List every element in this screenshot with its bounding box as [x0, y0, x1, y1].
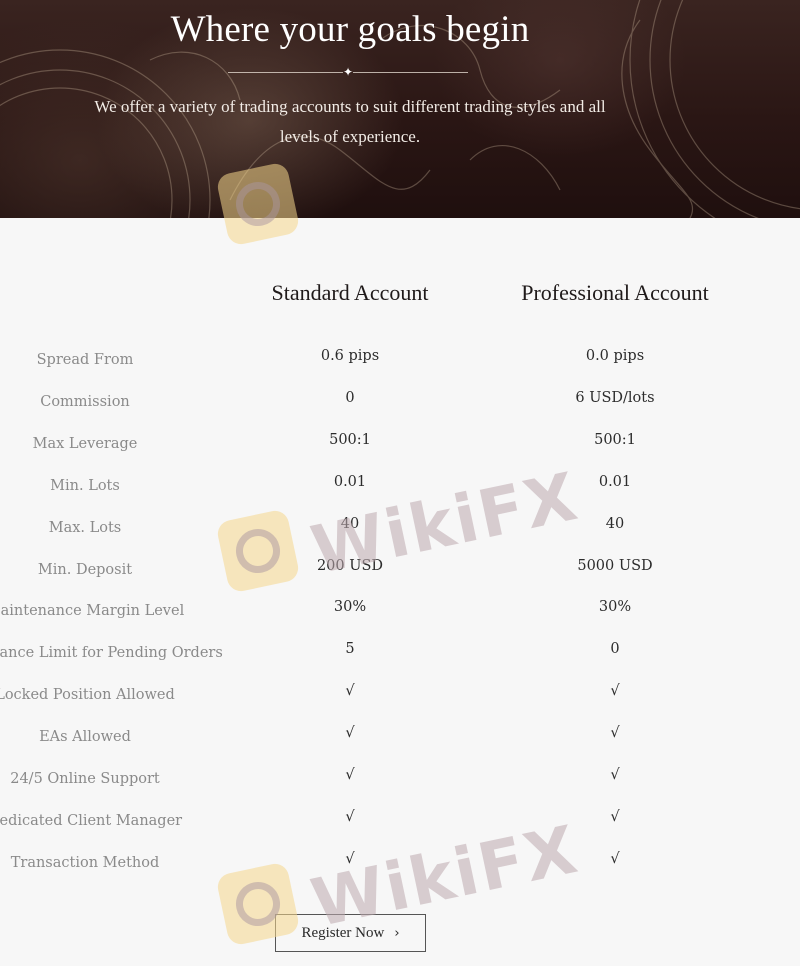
chevron-right-icon: ›: [394, 925, 400, 941]
standard-value: 500:1: [329, 431, 371, 448]
table-row: Locked Position Allowed √ √: [0, 683, 800, 727]
account-comparison-table: Standard Account Professional Account Sp…: [0, 218, 800, 966]
professional-value: 0.01: [598, 473, 632, 490]
row-label: Min. Deposit: [37, 561, 133, 578]
standard-value: 0.6 pips: [320, 348, 380, 364]
table-row: Min. Lots 0.01 0.01: [0, 474, 800, 518]
row-label: Dedicated Client Manager: [0, 812, 183, 829]
row-label: 24/5 Online Support: [10, 771, 160, 787]
row-label: Locked Position Allowed: [0, 687, 175, 704]
standard-value: √: [345, 767, 355, 783]
professional-value: 500:1: [594, 431, 636, 448]
professional-value: 30%: [598, 599, 632, 616]
table-row: Spread From 0.6 pips 0.0 pips: [0, 348, 800, 392]
standard-value: √: [345, 808, 355, 825]
standard-value: 0: [345, 389, 355, 406]
hero-divider: ✦: [228, 65, 468, 79]
professional-value: 40: [605, 515, 625, 532]
table-row: Max. Lots 40 40: [0, 516, 800, 560]
row-label: Max Leverage: [32, 435, 138, 452]
table-row: Distance Limit for Pending Orders 5 0: [0, 641, 800, 685]
professional-value: √: [610, 850, 620, 867]
standard-value: 0.01: [333, 473, 367, 490]
standard-value: 30%: [333, 599, 367, 616]
column-header-standard: Standard Account: [271, 280, 429, 305]
divider-line-left: [228, 71, 343, 73]
table-row: Commission 0 6 USD/lots: [0, 390, 800, 434]
standard-value: 40: [340, 515, 360, 532]
row-label: Transaction Method: [10, 854, 160, 871]
row-label: Distance Limit for Pending Orders: [0, 645, 223, 662]
professional-value: 6 USD/lots: [575, 389, 655, 406]
professional-value: √: [610, 767, 620, 783]
standard-value: √: [345, 683, 355, 700]
hero-banner: Where your goals begin ✦ We offer a vari…: [0, 0, 800, 218]
row-label: Commission: [40, 393, 130, 410]
hero-title: Where your goals begin: [170, 9, 530, 50]
table-row: Dedicated Client Manager √ √: [0, 809, 800, 853]
row-label: Max. Lots: [48, 519, 122, 536]
register-now-button[interactable]: Register Now ›: [275, 914, 426, 952]
table-row: Transaction Method √ √: [0, 851, 800, 895]
hero-subtitle: We offer a variety of trading accounts t…: [60, 92, 640, 152]
professional-value: √: [610, 725, 620, 742]
standard-value: 200 USD: [316, 557, 384, 574]
table-row: Min. Deposit 200 USD 5000 USD: [0, 558, 800, 602]
table-row: 24/5 Online Support √ √: [0, 767, 800, 811]
professional-value: √: [610, 808, 620, 825]
divider-line-right: [353, 71, 468, 73]
table-row: EAs Allowed √ √: [0, 725, 800, 769]
row-label: EAs Allowed: [39, 729, 131, 746]
standard-value: √: [345, 850, 355, 867]
professional-value: 5000 USD: [577, 557, 653, 574]
hero-subtitle-line-1: We offer a variety of trading accounts t…: [94, 97, 606, 116]
standard-value: 5: [345, 641, 355, 658]
row-label: Maintenance Margin Level: [0, 603, 185, 620]
standard-value: √: [345, 725, 355, 742]
professional-value: 0.0 pips: [585, 348, 645, 364]
table-row: Max Leverage 500:1 500:1: [0, 432, 800, 476]
row-label: Spread From: [36, 352, 134, 368]
table-row: Maintenance Margin Level 30% 30%: [0, 599, 800, 643]
professional-value: √: [610, 683, 620, 700]
professional-value: 0: [610, 641, 620, 658]
register-now-label: Register Now: [301, 924, 385, 941]
hero-subtitle-line-2: levels of experience.: [279, 127, 421, 146]
row-label: Min. Lots: [50, 477, 120, 494]
column-header-professional: Professional Account: [521, 280, 709, 305]
